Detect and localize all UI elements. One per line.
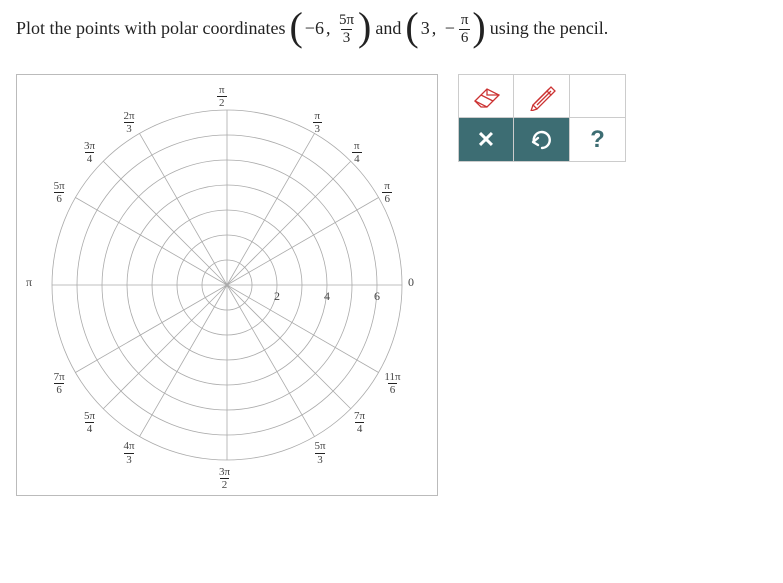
blank-tool-button[interactable]: [570, 74, 626, 118]
pencil-button[interactable]: [514, 74, 570, 118]
angle-label: 5π3: [313, 440, 328, 465]
angle-label: π4: [352, 140, 362, 165]
angle-label: 2π3: [122, 110, 137, 135]
undo-icon: [529, 130, 555, 150]
question-text: Plot the points with polar coordinates (…: [16, 12, 767, 46]
radial-label: 4: [324, 289, 330, 304]
coord-2: ( 3, − π 6 ): [405, 12, 485, 46]
toolbar: ✕ ?: [458, 74, 626, 162]
angle-label: 3π4: [82, 140, 97, 165]
close-icon: ✕: [477, 127, 495, 153]
angle-label: 3π2: [217, 466, 232, 491]
clear-button[interactable]: ✕: [458, 118, 514, 162]
polar-plot[interactable]: 0 π6 π4 π3 π2 2π3 3π4 5π6 π 7π6 5π4 4π3 3π2 5π3 7π4 11π…: [16, 74, 438, 496]
question-prefix: Plot the points with polar coordinates: [16, 16, 285, 41]
radial-label: 2: [274, 289, 280, 304]
eraser-button[interactable]: [458, 74, 514, 118]
angle-label: 4π3: [122, 440, 137, 465]
angle-label: π3: [313, 110, 323, 135]
angle-label: 7π4: [352, 410, 367, 435]
undo-button[interactable]: [514, 118, 570, 162]
help-icon: ?: [590, 126, 605, 154]
angle-label: π: [26, 275, 32, 290]
help-button[interactable]: ?: [570, 118, 626, 162]
question-suffix: using the pencil.: [490, 16, 608, 41]
radial-label: 6: [374, 289, 380, 304]
question-between: and: [375, 16, 401, 41]
angle-label: 5π4: [82, 410, 97, 435]
angle-label: 0: [408, 275, 414, 290]
coord-1: ( −6, 5π 3 ): [289, 12, 371, 46]
angle-label: π6: [382, 180, 392, 205]
pencil-icon: [527, 81, 557, 111]
angle-label: π2: [217, 84, 227, 109]
eraser-icon: [469, 83, 503, 109]
angle-label: 5π6: [52, 180, 67, 205]
polar-grid-svg: [17, 75, 437, 495]
angle-label: 7π6: [52, 371, 67, 396]
angle-label: 11π6: [382, 371, 402, 396]
